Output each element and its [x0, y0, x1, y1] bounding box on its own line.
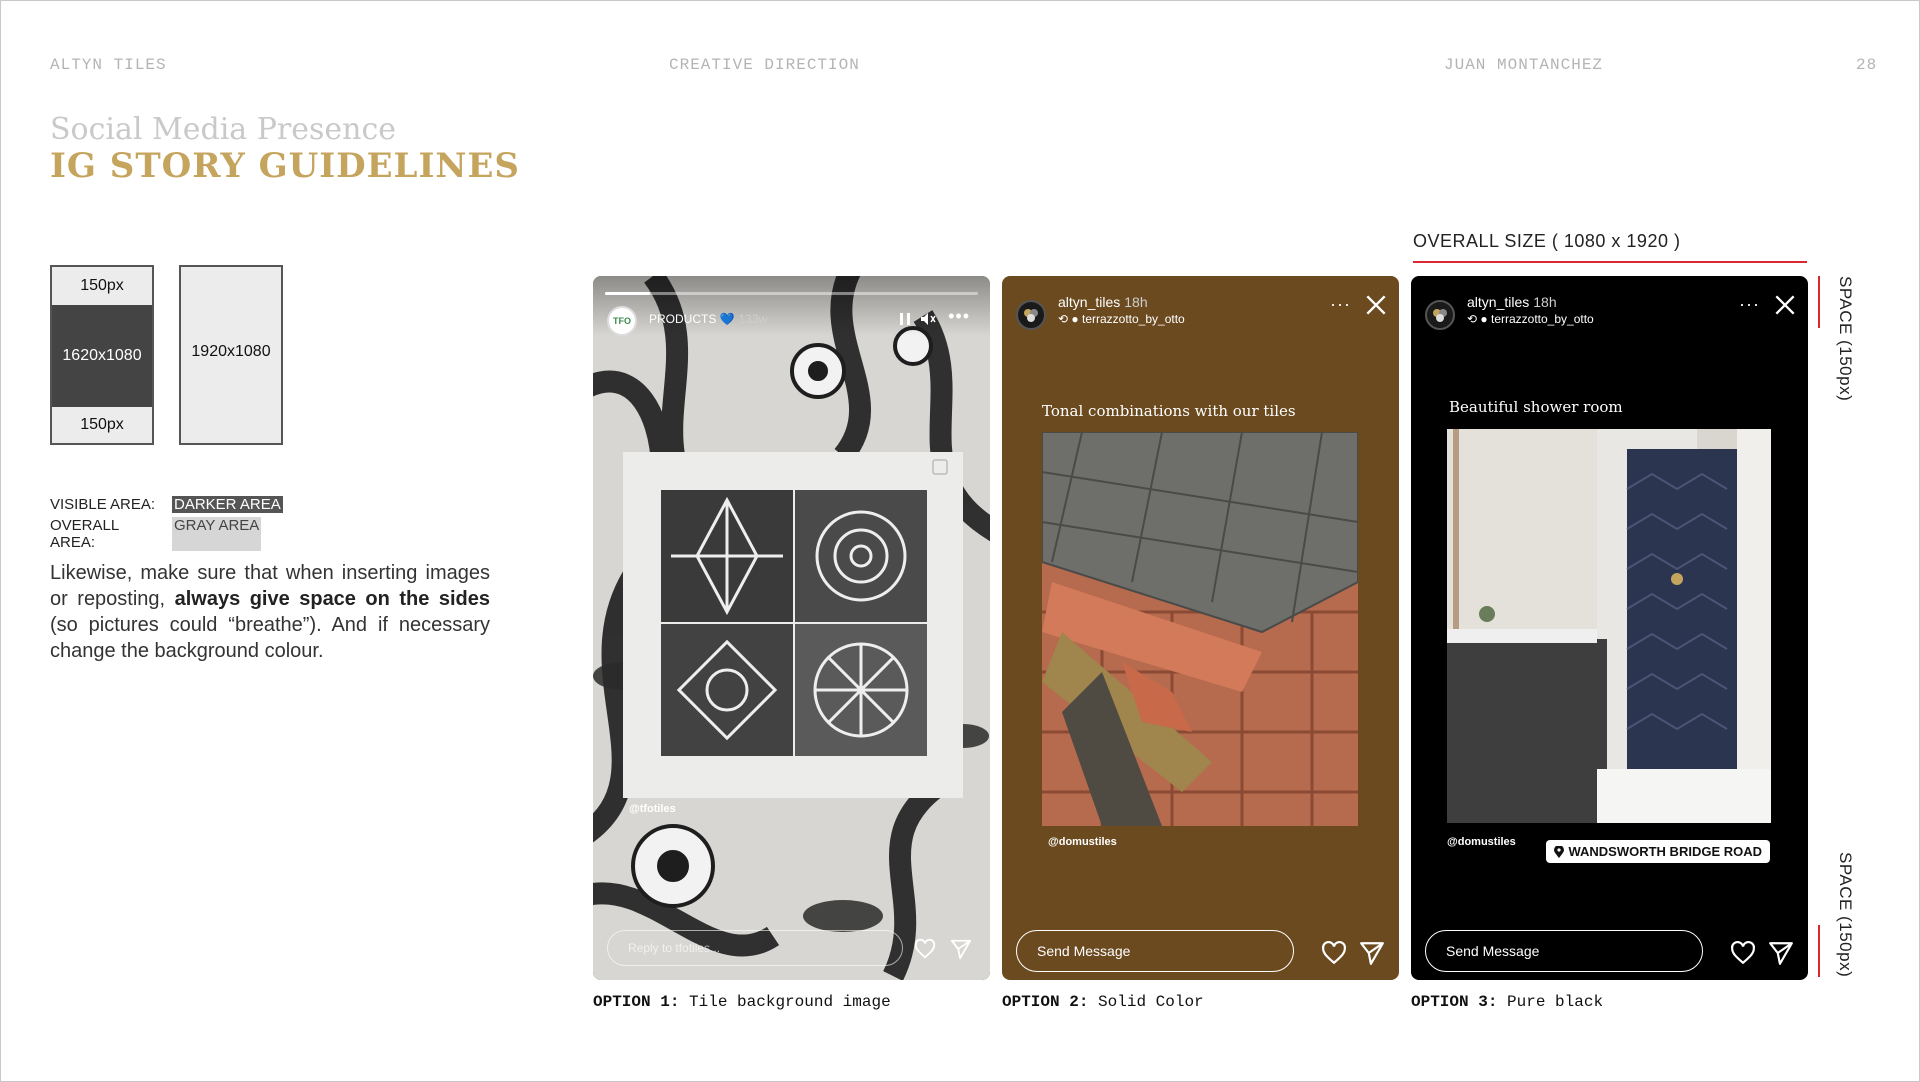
- story-time: 133w: [738, 312, 768, 326]
- story-handle: @domustiles: [1447, 836, 1516, 848]
- brand-logo-icon: [1024, 309, 1038, 322]
- tile-samples-photo: [1042, 432, 1358, 826]
- page-title: IG STORY GUIDELINES: [50, 146, 520, 186]
- more-options-icon[interactable]: ···: [1739, 294, 1760, 315]
- send-icon[interactable]: [1359, 940, 1385, 966]
- legend-overall: OVERALL AREA: GRAY AREA: [50, 517, 262, 551]
- reply-input[interactable]: Reply to tfotiles...: [607, 930, 903, 966]
- story-caption: Tonal combinations with our tiles: [1042, 402, 1296, 420]
- send-icon[interactable]: [1768, 940, 1794, 966]
- option-1-prefix: OPTION 1:: [593, 993, 680, 1011]
- header-author: JUAN MONTANCHEZ: [1444, 56, 1604, 74]
- option-3-prefix: OPTION 3:: [1411, 993, 1498, 1011]
- option-2-label: OPTION 2: Solid Color: [1002, 993, 1204, 1011]
- legend-overall-value: GRAY AREA: [172, 517, 262, 551]
- option-3-text: Pure black: [1507, 993, 1604, 1011]
- paragraph-part-2: (so pictures could “breathe”). And if ne…: [50, 614, 490, 662]
- location-pin-icon: [1554, 845, 1565, 858]
- page-subtitle: Social Media Presence: [50, 112, 397, 147]
- overall-size-line: [1413, 261, 1807, 263]
- location-sticker[interactable]: WANDSWORTH BRIDGE ROAD: [1546, 840, 1770, 863]
- story-handle: @tfotiles: [629, 803, 676, 815]
- avatar[interactable]: [1016, 300, 1046, 330]
- heart-icon[interactable]: [1321, 940, 1347, 966]
- avatar[interactable]: TFO: [607, 306, 637, 336]
- top-space-block: 150px: [52, 267, 152, 305]
- story-caption: Beautiful shower room: [1449, 398, 1623, 416]
- story-username[interactable]: altyn_tiles 18h: [1058, 294, 1148, 310]
- story-area-diagram: 150px 1620x1080 150px: [50, 265, 154, 445]
- avatar[interactable]: [1425, 300, 1455, 330]
- location-name: WANDSWORTH BRIDGE ROAD: [1568, 844, 1762, 859]
- story-user-name: altyn_tiles: [1058, 294, 1121, 310]
- tile-background-image: [593, 276, 990, 980]
- mute-icon[interactable]: [920, 312, 936, 326]
- more-options-icon[interactable]: ···: [1330, 294, 1351, 315]
- message-input[interactable]: Send Message: [1425, 930, 1703, 972]
- story-option-3: altyn_tiles 18h ⟲ ● terrazzotto_by_otto ·…: [1411, 276, 1808, 980]
- header-brand: ALTYN TILES: [50, 56, 167, 74]
- story-option-2: altyn_tiles 18h ⟲ ● terrazzotto_by_otto ·…: [1002, 276, 1399, 980]
- space-bottom-line: [1818, 925, 1820, 977]
- story-option-1: TFO PRODUCTS 💙 133w ••• @tfotiles Reply t…: [593, 276, 990, 980]
- space-bottom-label: SPACE (150px): [1836, 852, 1855, 978]
- story-progress-bar: [605, 292, 978, 295]
- story-username[interactable]: PRODUCTS 💙 133w: [649, 312, 767, 326]
- pause-icon[interactable]: [898, 312, 912, 326]
- heart-icon[interactable]: [1730, 940, 1756, 966]
- space-top-label: SPACE (150px): [1836, 276, 1855, 402]
- paragraph-bold: always give space on the sides: [174, 588, 490, 610]
- story-repost-name: terrazzotto_by_otto: [1490, 312, 1594, 326]
- story-username[interactable]: altyn_tiles 18h: [1467, 294, 1557, 310]
- option-2-text: Solid Color: [1098, 993, 1204, 1011]
- heart-icon[interactable]: [914, 938, 936, 960]
- overall-area-diagram: 1920x1080: [179, 265, 283, 445]
- story-time: 18h: [1124, 294, 1148, 310]
- story-user-name: altyn_tiles: [1467, 294, 1530, 310]
- legend-visible-value: DARKER AREA: [172, 496, 283, 513]
- story-repost-source[interactable]: ⟲ ● terrazzotto_by_otto: [1058, 312, 1185, 326]
- legend-visible: VISIBLE AREA: DARKER AREA: [50, 496, 283, 513]
- brand-logo-icon: [1433, 309, 1447, 322]
- bottom-space-block: 150px: [52, 407, 152, 443]
- guideline-paragraph: Likewise, make sure that when inserting …: [50, 560, 490, 664]
- message-input[interactable]: Send Message: [1016, 930, 1294, 972]
- story-user-name: PRODUCTS 💙: [649, 312, 735, 326]
- visible-area-block: 1620x1080: [52, 305, 152, 407]
- story-repost-source[interactable]: ⟲ ● terrazzotto_by_otto: [1467, 312, 1594, 326]
- more-options-icon[interactable]: •••: [948, 306, 970, 327]
- overall-area-label: 1920x1080: [191, 343, 271, 360]
- page-number: 28: [1856, 56, 1878, 74]
- option-1-text: Tile background image: [689, 993, 891, 1011]
- close-icon[interactable]: [1363, 292, 1389, 318]
- story-time: 18h: [1533, 294, 1557, 310]
- legend-visible-key: VISIBLE AREA:: [50, 496, 156, 513]
- option-2-prefix: OPTION 2:: [1002, 993, 1089, 1011]
- space-top-line: [1818, 276, 1820, 328]
- close-icon[interactable]: [1772, 292, 1798, 318]
- header-section: CREATIVE DIRECTION: [669, 56, 860, 74]
- option-1-label: OPTION 1: Tile background image: [593, 993, 891, 1011]
- story-handle: @domustiles: [1048, 836, 1117, 848]
- option-3-label: OPTION 3: Pure black: [1411, 993, 1603, 1011]
- shower-room-photo: [1447, 429, 1771, 823]
- legend-overall-key: OVERALL AREA:: [50, 517, 119, 551]
- overall-size-label: OVERALL SIZE ( 1080 x 1920 ): [1413, 231, 1681, 251]
- send-icon[interactable]: [950, 938, 972, 960]
- story-repost-name: terrazzotto_by_otto: [1081, 312, 1185, 326]
